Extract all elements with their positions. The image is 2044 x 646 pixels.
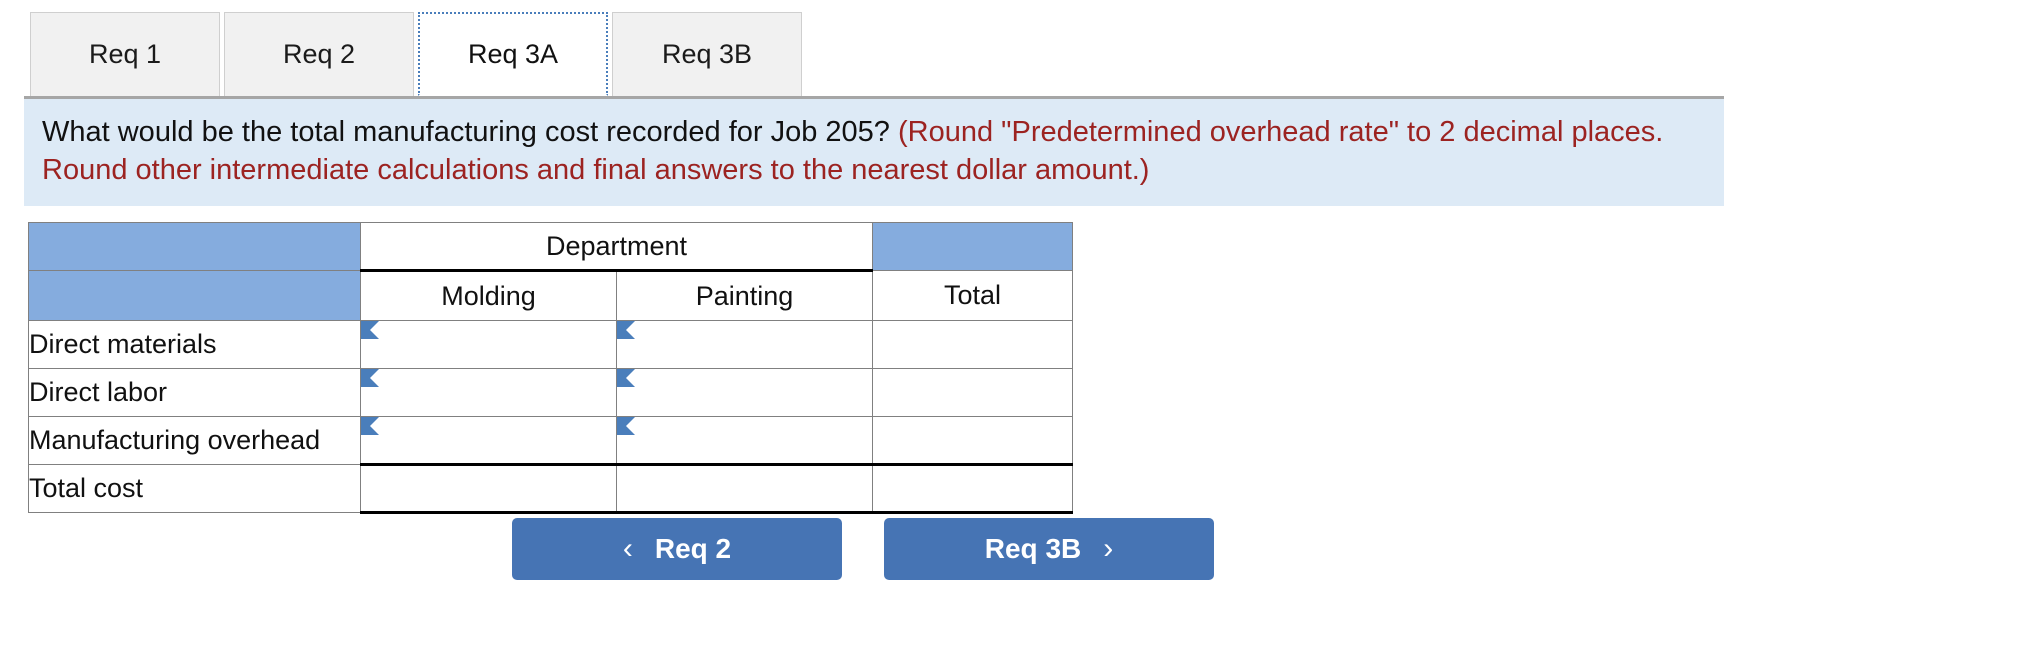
- input-direct-materials-molding[interactable]: [360, 320, 617, 369]
- value-total-cost-total: [872, 463, 1073, 514]
- header-department: Department: [360, 222, 873, 272]
- requirement-navigation: ‹ Req 2 Req 3B ›: [512, 518, 1214, 580]
- value-direct-materials-total: [872, 320, 1073, 369]
- value-total-cost-painting: [616, 463, 873, 514]
- value-manufacturing-overhead-total: [872, 416, 1073, 465]
- next-requirement-label: Req 3B: [984, 533, 1082, 564]
- row-label-total-cost: Total cost: [28, 464, 361, 513]
- value-direct-labor-total: [872, 368, 1073, 417]
- tab-label: Req 3A: [467, 38, 559, 69]
- tab-label: Req 3B: [661, 39, 753, 69]
- question-text: What would be the total manufacturing co…: [42, 116, 890, 148]
- row-label-manufacturing-overhead: Manufacturing overhead: [28, 416, 361, 465]
- chevron-right-icon: ›: [1103, 532, 1114, 565]
- input-direct-labor-molding[interactable]: [360, 368, 617, 417]
- row-label-direct-materials: Direct materials: [28, 320, 361, 369]
- table-row: Direct materials: [28, 320, 1073, 369]
- tab-req-3a[interactable]: Req 3A: [418, 12, 608, 96]
- header-rowlabel-blank: [28, 270, 361, 321]
- header-total: Total: [872, 270, 1073, 321]
- table-header-group-row: Department: [28, 222, 1073, 272]
- input-manufacturing-overhead-molding[interactable]: [360, 416, 617, 465]
- row-label-direct-labor: Direct labor: [28, 368, 361, 417]
- chevron-left-icon: ‹: [622, 532, 633, 565]
- prev-requirement-label: Req 2: [654, 533, 732, 564]
- tab-label: Req 2: [282, 39, 356, 69]
- input-direct-labor-painting[interactable]: [616, 368, 873, 417]
- table-row: Manufacturing overhead: [28, 416, 1073, 465]
- tab-label: Req 1: [88, 39, 162, 69]
- cell-marker-triangle-icon: [361, 321, 379, 339]
- header-molding: Molding: [360, 270, 617, 321]
- requirement-panel: Req 1 Req 2 Req 3A Req 3B What would be …: [0, 0, 2044, 646]
- cell-marker-triangle-icon: [361, 369, 379, 387]
- value-total-cost-molding: [360, 463, 617, 514]
- input-manufacturing-overhead-painting[interactable]: [616, 416, 873, 465]
- header-topright-blank: [872, 222, 1073, 271]
- header-painting: Painting: [616, 270, 873, 321]
- table-row: Direct labor: [28, 368, 1073, 417]
- header-corner-blank: [28, 222, 361, 271]
- input-direct-materials-painting[interactable]: [616, 320, 873, 369]
- cell-marker-triangle-icon: [617, 321, 635, 339]
- next-requirement-button[interactable]: Req 3B ›: [884, 518, 1214, 580]
- prev-requirement-button[interactable]: ‹ Req 2: [512, 518, 842, 580]
- cell-marker-triangle-icon: [617, 417, 635, 435]
- question-banner: What would be the total manufacturing co…: [24, 96, 1724, 206]
- requirement-tabs: Req 1 Req 2 Req 3A Req 3B: [30, 8, 806, 96]
- cell-marker-triangle-icon: [361, 417, 379, 435]
- tab-req-1[interactable]: Req 1: [30, 12, 220, 96]
- table-row-total: Total cost: [28, 463, 1073, 514]
- table-header-row: Molding Painting Total: [28, 270, 1073, 321]
- tab-req-3b[interactable]: Req 3B: [612, 12, 802, 96]
- tab-req-2[interactable]: Req 2: [224, 12, 414, 96]
- cell-marker-triangle-icon: [617, 369, 635, 387]
- manufacturing-cost-table: Department Molding Painting Total Direct…: [28, 222, 1073, 514]
